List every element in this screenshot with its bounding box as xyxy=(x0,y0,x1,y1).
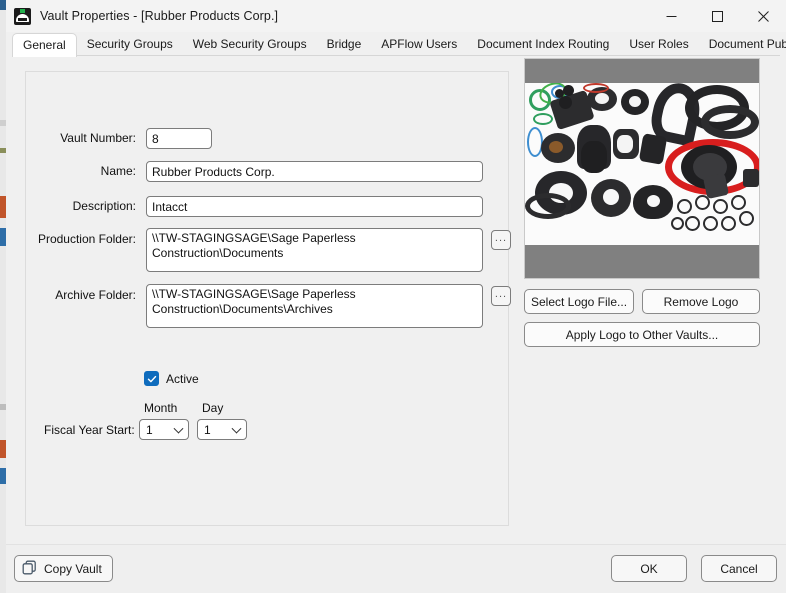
copy-vault-button[interactable]: Copy Vault xyxy=(14,555,113,582)
description-input[interactable] xyxy=(146,196,483,217)
fiscal-day-select[interactable]: 1 xyxy=(197,419,247,440)
minimize-icon[interactable] xyxy=(648,0,694,32)
name-input[interactable] xyxy=(146,161,483,182)
fiscal-year-start-label: Fiscal Year Start: xyxy=(44,423,135,437)
chevron-down-icon xyxy=(231,423,242,434)
window-controls xyxy=(648,0,786,32)
vault-number-label: Vault Number: xyxy=(60,131,136,145)
archive-folder-browse-button[interactable]: ... xyxy=(491,286,511,306)
window-title: Vault Properties - [Rubber Products Corp… xyxy=(40,9,279,23)
vault-properties-window: Vault Properties - [Rubber Products Corp… xyxy=(6,0,786,593)
tab-document-index-routing[interactable]: Document Index Routing xyxy=(467,33,619,56)
vault-logo-preview xyxy=(524,58,760,279)
vault-app-icon xyxy=(14,7,31,25)
archive-folder-row: Archive Folder: ... xyxy=(14,284,511,328)
apply-logo-to-other-vaults-button[interactable]: Apply Logo to Other Vaults... xyxy=(524,322,760,347)
vault-number-input[interactable] xyxy=(146,128,212,149)
fiscal-day-value: 1 xyxy=(204,422,211,437)
copy-icon xyxy=(22,560,37,578)
active-label: Active xyxy=(166,371,199,386)
month-header: Month xyxy=(144,401,178,415)
rubber-products-photo xyxy=(525,83,759,245)
tab-strip: General Security Groups Web Security Gro… xyxy=(6,32,786,57)
fiscal-month-select[interactable]: 1 xyxy=(139,419,189,440)
active-checkbox[interactable] xyxy=(144,371,159,386)
general-tab-panel: Vault Number: Name: Description: Product… xyxy=(6,56,786,544)
archive-folder-input[interactable] xyxy=(146,284,483,328)
production-folder-label: Production Folder: xyxy=(37,232,136,246)
production-folder-row: Production Folder: ... xyxy=(14,228,511,272)
tab-apflow-users[interactable]: APFlow Users xyxy=(371,33,467,56)
copy-vault-label: Copy Vault xyxy=(44,561,102,576)
chevron-down-icon xyxy=(173,423,184,434)
dialog-footer: Copy Vault OK Cancel xyxy=(6,544,786,593)
tab-web-security-groups[interactable]: Web Security Groups xyxy=(183,33,317,56)
remove-logo-button[interactable]: Remove Logo xyxy=(642,289,760,314)
title-bar: Vault Properties - [Rubber Products Corp… xyxy=(6,0,786,32)
tab-bridge[interactable]: Bridge xyxy=(317,33,372,56)
fiscal-month-value: 1 xyxy=(146,422,153,437)
production-folder-browse-button[interactable]: ... xyxy=(491,230,511,250)
day-header: Day xyxy=(202,401,224,415)
cancel-button[interactable]: Cancel xyxy=(701,555,777,582)
vault-number-row: Vault Number: xyxy=(31,128,251,149)
active-checkbox-row[interactable]: Active xyxy=(144,371,199,386)
description-label: Description: xyxy=(72,199,136,213)
maximize-icon[interactable] xyxy=(694,0,740,32)
select-logo-file-button[interactable]: Select Logo File... xyxy=(524,289,634,314)
name-label: Name: xyxy=(100,164,136,178)
name-row: Name: xyxy=(31,161,483,182)
description-row: Description: xyxy=(31,196,483,217)
archive-folder-label: Archive Folder: xyxy=(55,288,136,302)
tab-document-publishing[interactable]: Document Publishing xyxy=(699,33,786,56)
tab-user-roles[interactable]: User Roles xyxy=(619,33,698,56)
close-icon[interactable] xyxy=(740,0,786,32)
production-folder-input[interactable] xyxy=(146,228,483,272)
tab-security-groups[interactable]: Security Groups xyxy=(77,33,183,56)
tab-general[interactable]: General xyxy=(12,33,77,57)
ok-button[interactable]: OK xyxy=(611,555,687,582)
